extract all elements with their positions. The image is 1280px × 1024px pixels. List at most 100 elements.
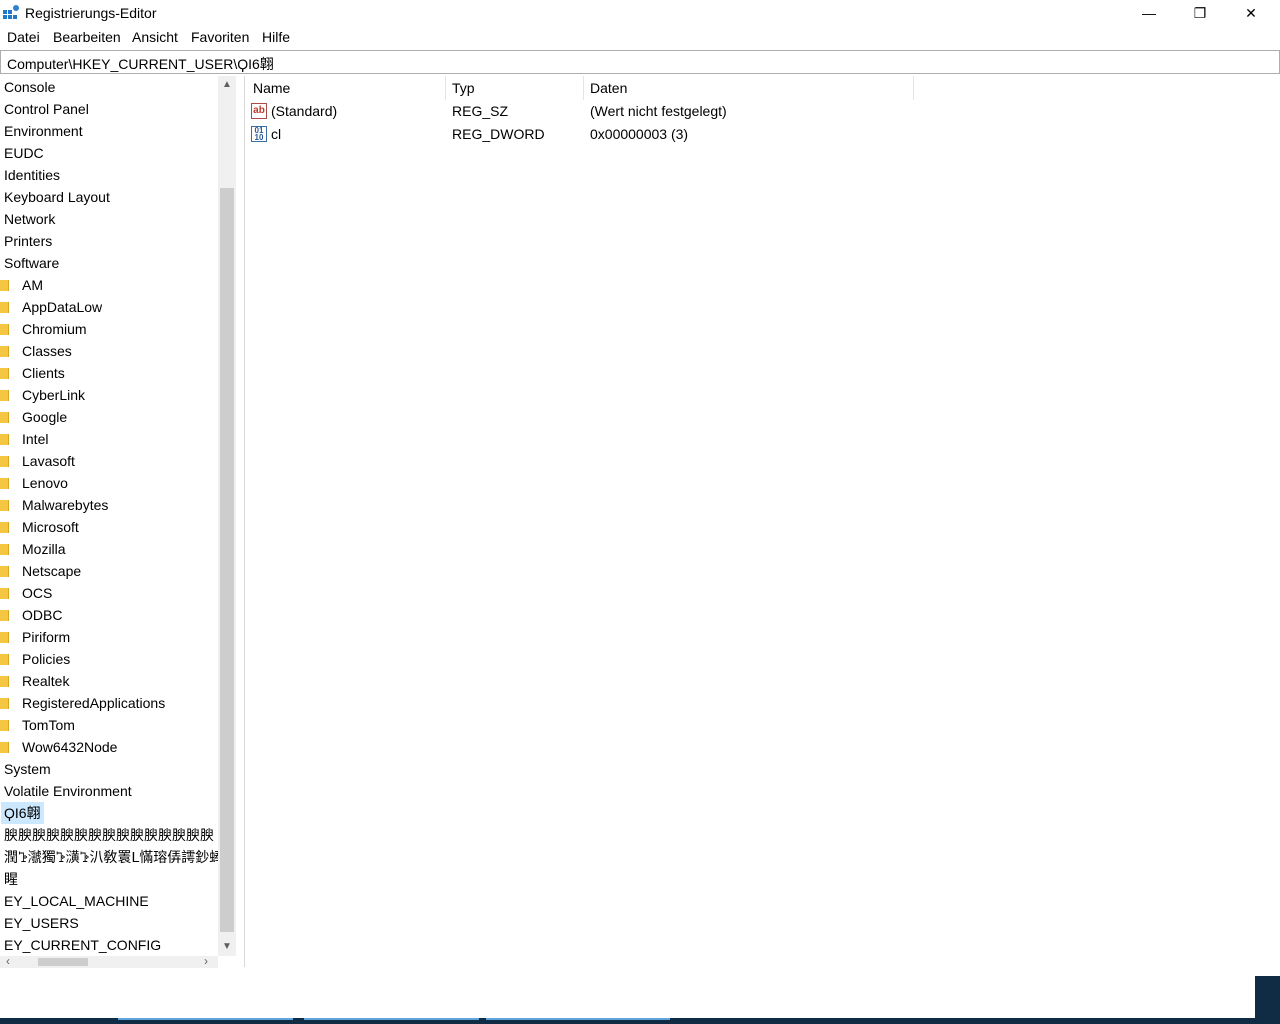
value-row[interactable]: ab (Standard) REG_SZ (Wert nicht festgel…: [245, 101, 1275, 123]
folder-icon: [0, 368, 9, 379]
tree-horizontal-scrollbar[interactable]: ‹ ›: [0, 954, 218, 968]
value-type: REG_SZ: [452, 103, 509, 119]
tree-item[interactable]: Volatile Environment: [0, 780, 218, 802]
tree-item[interactable]: Control Panel: [0, 98, 218, 120]
value-name: (Standard): [271, 103, 338, 119]
value-data: 0x00000003 (3): [590, 126, 689, 142]
value-name: cl: [271, 126, 282, 142]
menu-ansicht[interactable]: Ansicht: [132, 29, 178, 45]
tree-item[interactable]: Intel: [0, 428, 218, 450]
tree-item-selected[interactable]: ϘӀ6翺: [0, 802, 218, 824]
folder-icon: [0, 324, 9, 335]
tree-item[interactable]: Microsoft: [0, 516, 218, 538]
folder-icon: [0, 676, 9, 687]
tree-item[interactable]: 腴腴腴腴腴腴腴腴腴腴腴腴腴腴腴: [0, 824, 218, 846]
taskbar-item[interactable]: [486, 1018, 670, 1020]
tree-item[interactable]: TomTom: [0, 714, 218, 736]
tree-item[interactable]: AM: [0, 274, 218, 296]
tree-item[interactable]: EUDC: [0, 142, 218, 164]
menu-datei[interactable]: Datei: [7, 29, 40, 45]
column-name[interactable]: Name: [253, 80, 290, 96]
menu-bearbeiten[interactable]: Bearbeiten: [53, 29, 121, 45]
scroll-right-arrow-icon[interactable]: ›: [204, 954, 208, 968]
close-button[interactable]: ✕: [1228, 0, 1274, 26]
tree-item[interactable]: Environment: [0, 120, 218, 142]
scroll-left-arrow-icon[interactable]: ‹: [6, 954, 10, 968]
scroll-up-arrow-icon[interactable]: ▲: [218, 76, 236, 94]
tree-item[interactable]: OCS: [0, 582, 218, 604]
binary-dword-icon: 01 10: [251, 126, 267, 142]
folder-icon: [0, 654, 9, 665]
scroll-down-arrow-icon[interactable]: ▼: [218, 938, 236, 956]
taskbar-item[interactable]: [304, 1018, 479, 1020]
tree-item[interactable]: Console: [0, 76, 218, 98]
column-data[interactable]: Daten: [590, 80, 627, 96]
folder-icon: [0, 456, 9, 467]
folder-icon: [0, 302, 9, 313]
tree-item-hklm[interactable]: EY_LOCAL_MACHINE: [0, 890, 218, 912]
tree-item[interactable]: Clients: [0, 362, 218, 384]
registry-editor-icon: [3, 5, 19, 21]
tree-item[interactable]: ODBC: [0, 604, 218, 626]
value-row[interactable]: 01 10 cl REG_DWORD 0x00000003 (3): [245, 124, 1275, 146]
minimize-button[interactable]: —: [1126, 0, 1172, 26]
column-type[interactable]: Typ: [452, 80, 475, 96]
folder-icon: [0, 280, 9, 291]
tree-vertical-scrollbar[interactable]: ▲ ▼: [218, 76, 236, 956]
tree-item[interactable]: Chromium: [0, 318, 218, 340]
folder-icon: [0, 412, 9, 423]
tree-item[interactable]: Printers: [0, 230, 218, 252]
tree-item-software[interactable]: Software: [0, 252, 218, 274]
tree-item[interactable]: System: [0, 758, 218, 780]
folder-icon: [0, 720, 9, 731]
column-separator[interactable]: [913, 76, 914, 100]
folder-icon: [0, 346, 9, 357]
column-separator[interactable]: [445, 76, 446, 100]
tree-item[interactable]: Lenovo: [0, 472, 218, 494]
tree-item[interactable]: CyberLink: [0, 384, 218, 406]
maximize-button[interactable]: ❐: [1177, 0, 1223, 26]
folder-icon: [0, 478, 9, 489]
tree-item[interactable]: Wow6432Node: [0, 736, 218, 758]
tree-item[interactable]: Policies: [0, 648, 218, 670]
folder-icon: [0, 500, 9, 511]
tree-item[interactable]: Keyboard Layout: [0, 186, 218, 208]
scroll-thumb[interactable]: [220, 188, 234, 932]
folder-icon: [0, 588, 9, 599]
values-list: Name Typ Daten ab (Standard) REG_SZ (Wer…: [244, 76, 1280, 967]
tree-item-hkcc[interactable]: EY_CURRENT_CONFIG: [0, 934, 218, 956]
tree-item[interactable]: Realtek: [0, 670, 218, 692]
menu-favoriten[interactable]: Favoriten: [191, 29, 249, 45]
taskbar-corner: [1255, 976, 1280, 1024]
tree-item[interactable]: 睲: [0, 868, 218, 890]
tree-item-hku[interactable]: EY_USERS: [0, 912, 218, 934]
menu-hilfe[interactable]: Hilfe: [262, 29, 290, 45]
tree-item[interactable]: Google: [0, 406, 218, 428]
tree-item[interactable]: Piriform: [0, 626, 218, 648]
tree-item[interactable]: AppDataLow: [0, 296, 218, 318]
column-separator[interactable]: [583, 76, 584, 100]
address-bar[interactable]: Computer\HKEY_CURRENT_USER\ϘӀ6翺: [0, 50, 1280, 74]
address-path[interactable]: Computer\HKEY_CURRENT_USER\ϘӀ6翺: [7, 54, 274, 74]
tree-item[interactable]: Mozilla: [0, 538, 218, 560]
tree-item[interactable]: Lavasoft: [0, 450, 218, 472]
tree-item[interactable]: Network: [0, 208, 218, 230]
scroll-thumb[interactable]: [38, 958, 88, 966]
title-bar: Registrierungs-Editor — ❐ ✕: [0, 0, 1280, 26]
ab-string-icon: ab: [251, 103, 267, 119]
tree-item[interactable]: Malwarebytes: [0, 494, 218, 516]
folder-icon: [0, 610, 9, 621]
tree-item[interactable]: Netscape: [0, 560, 218, 582]
taskbar: [0, 1018, 1280, 1024]
taskbar-item[interactable]: [118, 1018, 293, 1020]
folder-icon: [0, 544, 9, 555]
tree-item[interactable]: RegisteredApplications: [0, 692, 218, 714]
tree-item[interactable]: Classes: [0, 340, 218, 362]
folder-icon: [0, 566, 9, 577]
list-header: Name Typ Daten: [245, 76, 915, 100]
tree-item[interactable]: Identities: [0, 164, 218, 186]
folder-icon: [0, 742, 9, 753]
folder-icon: [0, 522, 9, 533]
tree-item[interactable]: 潤ꕲ㶁獨ꕲ㶂ꕲ汃敎瞏ꓡ慲瑢㑝謣鈔蜯ꔢ: [0, 846, 218, 868]
value-type: REG_DWORD: [452, 126, 545, 142]
